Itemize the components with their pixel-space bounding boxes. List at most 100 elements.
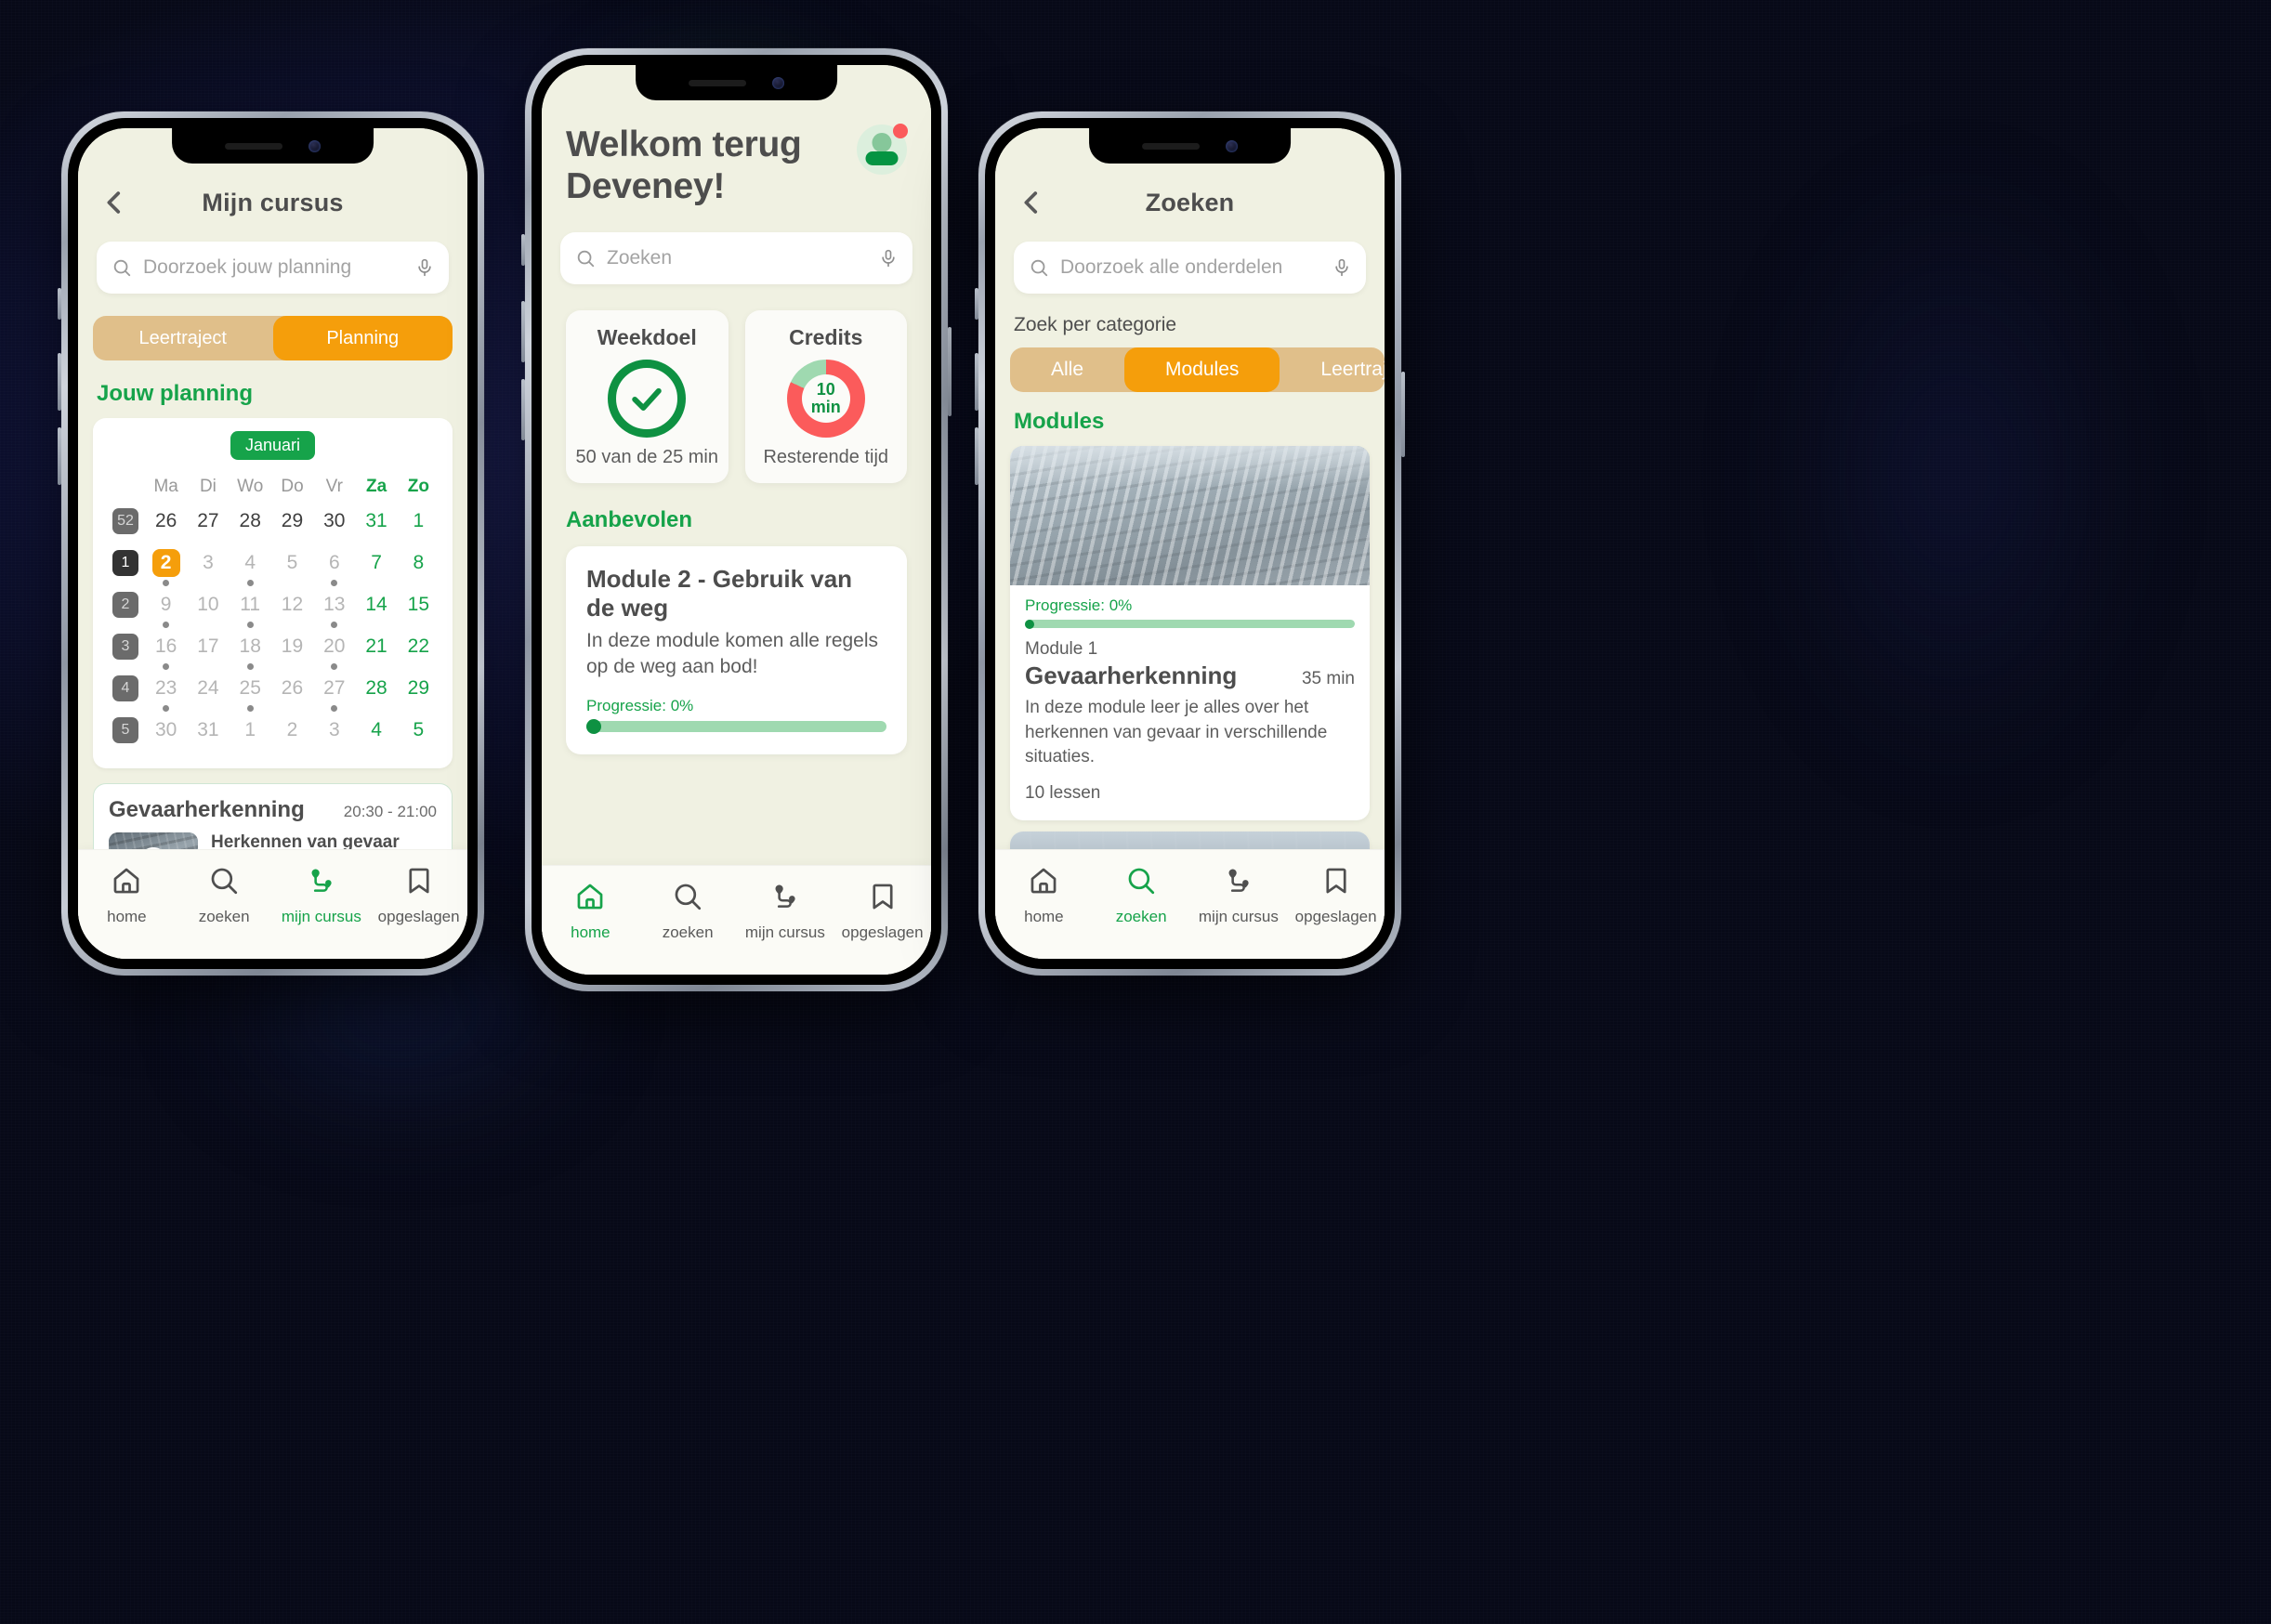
calendar-day-number: 7	[371, 552, 382, 573]
phone-left: Mijn cursus Doorzoek jouw planning Leert…	[58, 111, 484, 976]
calendar-month-badge[interactable]: Januari	[230, 431, 316, 460]
search-input[interactable]: Zoeken	[560, 231, 912, 284]
calendar-day[interactable]: 18	[230, 630, 271, 670]
tab-alle[interactable]: Alle	[1010, 347, 1124, 392]
search-input[interactable]: Doorzoek alle onderdelen	[1014, 242, 1366, 294]
calendar-day[interactable]: 24	[187, 672, 229, 712]
calendar-day[interactable]: 4	[230, 546, 271, 586]
donut-chart-icon: 10 min	[786, 359, 865, 438]
microphone-icon[interactable]	[1332, 257, 1351, 278]
search-input[interactable]: Doorzoek jouw planning	[97, 242, 449, 294]
calendar-day[interactable]: 1	[230, 714, 271, 753]
lesson-card[interactable]: Gevaarherkenning 20:30 - 21:00 Herkennen…	[93, 783, 453, 849]
nav-item-opgeslagen[interactable]: opgeslagen	[370, 865, 467, 926]
segmented-control[interactable]: Leertraject Planning	[93, 316, 453, 360]
nav-item-zoeken[interactable]: zoeken	[1093, 865, 1190, 926]
calendar-event-dot	[246, 622, 254, 628]
progress-label: Progressie: 0%	[1025, 596, 1133, 614]
bottom-navigation: home zoeken mijn cursus opgeslagen	[542, 865, 931, 975]
calendar-day[interactable]: 30	[145, 714, 187, 753]
calendar-day[interactable]: 5	[398, 714, 440, 753]
calendar-day[interactable]: 23	[145, 672, 187, 712]
calendar-day[interactable]: 29	[398, 672, 440, 712]
avatar-icon[interactable]	[857, 124, 908, 175]
calendar-day[interactable]: 21	[355, 630, 397, 670]
calendar-day[interactable]: 29	[271, 504, 313, 544]
calendar-day[interactable]: 14	[355, 588, 397, 628]
calendar-day[interactable]: 1	[398, 504, 440, 544]
calendar-day[interactable]: 7	[355, 546, 397, 586]
calendar-day[interactable]: 22	[398, 630, 440, 670]
calendar-day[interactable]: 27	[187, 504, 229, 544]
nav-item-home[interactable]: home	[995, 865, 1093, 926]
calendar-event-dot	[331, 580, 338, 586]
nav-item-opgeslagen[interactable]: opgeslagen	[834, 881, 931, 942]
nav-item-opgeslagen[interactable]: opgeslagen	[1287, 865, 1385, 926]
calendar-week-number: 52	[106, 504, 145, 544]
calendar-day[interactable]: 31	[187, 714, 229, 753]
calendar-day[interactable]: 30	[313, 504, 355, 544]
calendar-day[interactable]: 31	[355, 504, 397, 544]
calendar-day[interactable]: 12	[271, 588, 313, 628]
calendar-day[interactable]: 20	[313, 630, 355, 670]
calendar-day[interactable]: 10	[187, 588, 229, 628]
calendar-day[interactable]: 6	[313, 546, 355, 586]
nav-item-mijn-cursus[interactable]: mijn cursus	[1190, 865, 1288, 926]
progress-knob	[586, 719, 601, 735]
stat-card-credits[interactable]: Credits 10 min Resterende tijd	[744, 309, 907, 483]
microphone-icon[interactable]	[415, 257, 434, 278]
calendar-day[interactable]: 2	[271, 714, 313, 753]
nav-item-label: mijn cursus	[744, 923, 825, 941]
calendar-weekday-di: Di	[199, 477, 217, 496]
calendar-day[interactable]: 27	[313, 672, 355, 712]
calendar-day[interactable]: 5	[271, 546, 313, 586]
calendar-day[interactable]: 11	[230, 588, 271, 628]
category-tabs[interactable]: Alle Modules Leertrajecten	[1010, 347, 1385, 392]
calendar-day[interactable]: 25	[230, 672, 271, 712]
stat-card-weekdoel[interactable]: Weekdoel 50 van de 25 min	[566, 309, 729, 483]
microphone-icon[interactable]	[879, 248, 898, 268]
calendar-day[interactable]: 17	[187, 630, 229, 670]
tab-leertrajecten[interactable]: Leertrajecten	[1280, 347, 1385, 392]
calendar-day[interactable]: 4	[355, 714, 397, 753]
search-placeholder: Doorzoek jouw planning	[143, 256, 352, 278]
nav-item-mijn-cursus[interactable]: mijn cursus	[273, 865, 371, 926]
progress-bar	[586, 719, 886, 735]
calendar-day-number: 21	[365, 635, 387, 657]
calendar-day[interactable]: 13	[313, 588, 355, 628]
lesson-thumbnail[interactable]	[109, 832, 198, 849]
calendar-day[interactable]: 2	[145, 546, 187, 586]
home-icon	[1028, 865, 1059, 901]
nav-item-home[interactable]: home	[542, 881, 639, 942]
calendar-day[interactable]: 28	[355, 672, 397, 712]
calendar-day[interactable]: 19	[271, 630, 313, 670]
tab-modules[interactable]: Modules	[1124, 347, 1280, 392]
calendar-day-number: 15	[407, 594, 430, 615]
calendar-day-number: 29	[281, 510, 304, 531]
calendar-day-number: 8	[413, 552, 425, 573]
calendar-day[interactable]: 26	[271, 672, 313, 712]
segment-leertraject[interactable]: Leertraject	[93, 316, 273, 360]
module-card[interactable]: Progressie: 0% Module 1 Gevaarherkenning…	[1010, 446, 1370, 820]
nav-item-mijn-cursus[interactable]: mijn cursus	[737, 881, 834, 942]
nav-item-zoeken[interactable]: zoeken	[639, 881, 737, 942]
stat-subtitle: 50 van de 25 min	[575, 446, 718, 467]
module-card[interactable]: Progressie: 0%	[1010, 831, 1370, 849]
calendar-day[interactable]: 8	[398, 546, 440, 586]
segment-planning[interactable]: Planning	[272, 316, 453, 360]
nav-item-zoeken[interactable]: zoeken	[176, 865, 273, 926]
route-icon	[1223, 865, 1254, 901]
category-label: Zoek per categorie	[1014, 314, 1177, 335]
calendar-day[interactable]: 26	[145, 504, 187, 544]
calendar-event-dot	[331, 663, 338, 670]
calendar-day-number: 27	[197, 510, 219, 531]
calendar-day[interactable]: 15	[398, 588, 440, 628]
calendar-day[interactable]: 16	[145, 630, 187, 670]
calendar-day[interactable]: 28	[230, 504, 271, 544]
nav-item-home[interactable]: home	[78, 865, 176, 926]
calendar-day[interactable]: 3	[313, 714, 355, 753]
home-icon	[111, 865, 142, 901]
calendar-day[interactable]: 3	[187, 546, 229, 586]
recommended-module-card[interactable]: Module 2 - Gebruik van de weg In deze mo…	[566, 545, 907, 755]
calendar-day[interactable]: 9	[145, 588, 187, 628]
